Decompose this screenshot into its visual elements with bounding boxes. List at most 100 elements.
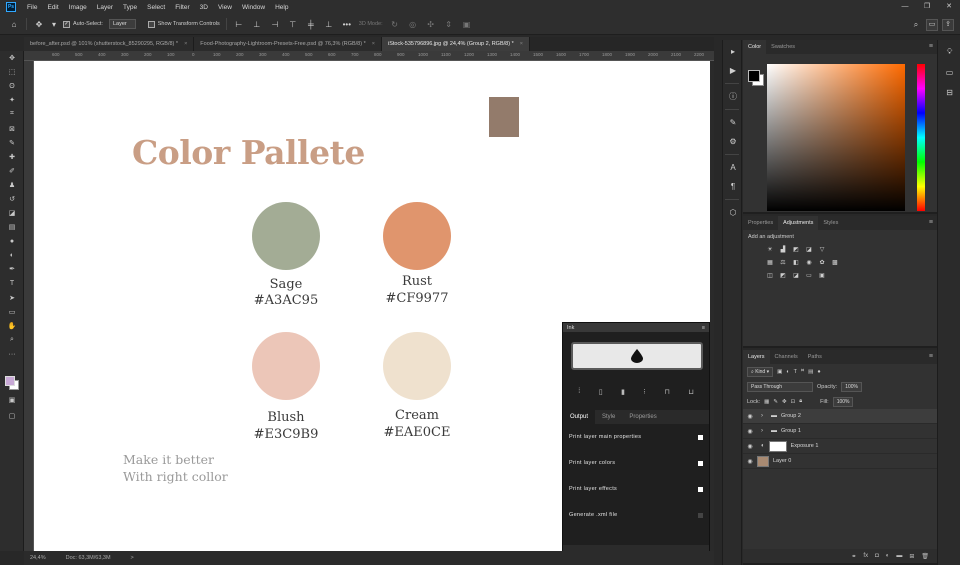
channel-mixer-icon[interactable]: ✿ (817, 259, 827, 267)
close-icon[interactable]: × (372, 41, 375, 47)
hue-slider[interactable] (917, 64, 925, 211)
quick-mask-icon[interactable]: ▣ (0, 393, 24, 407)
trash-icon[interactable]: 🗑︎ (921, 553, 929, 560)
pen-tool-icon[interactable]: ✒ (0, 262, 24, 276)
hand-tool-icon[interactable]: ✋ (0, 319, 24, 333)
layer-thumbnail[interactable] (757, 455, 769, 467)
marquee-tool-icon[interactable]: ⬚ (0, 65, 24, 79)
3d-scale-icon[interactable]: ▣ (461, 20, 473, 29)
type-tool-icon[interactable]: T (0, 277, 24, 291)
home-icon[interactable]: ⌂ (8, 20, 20, 29)
tab-istock[interactable]: iStock-535796896.jpg @ 24,4% (Group 2, R… (381, 37, 530, 51)
menu-image[interactable]: Image (64, 4, 92, 11)
opacity-input[interactable]: 100% (841, 381, 862, 392)
tab-adjustments[interactable]: Adjustments (778, 216, 819, 230)
tab-styles[interactable]: Styles (818, 216, 843, 230)
visibility-eye-icon[interactable]: ◉ (743, 458, 757, 465)
learn-icon[interactable]: 💡︎ (938, 42, 960, 62)
close-icon[interactable]: × (520, 41, 523, 47)
layer-row[interactable]: ◉ Layer 0 (743, 454, 937, 469)
actions-icon[interactable]: ▶ (723, 61, 743, 80)
invert-icon[interactable]: ◫ (765, 272, 775, 280)
healing-brush-tool-icon[interactable]: ✚ (0, 150, 24, 164)
photo-filter-icon[interactable]: ◉ (804, 259, 814, 267)
3d-rotate-icon[interactable]: ↻ (389, 20, 401, 29)
more-options-icon[interactable]: ••• (341, 20, 353, 29)
more-tools-icon[interactable]: ··· (0, 347, 24, 361)
ink-tab-output[interactable]: Output (563, 410, 596, 424)
panel-menu-icon[interactable]: ≡ (929, 216, 933, 230)
brush-settings-icon[interactable]: ⚙ (723, 132, 743, 151)
brightness-icon[interactable]: ☀ (765, 246, 775, 254)
filter-smart-icon[interactable]: ▤ (808, 369, 813, 375)
align-middle-icon[interactable]: ╪ (305, 20, 317, 29)
menu-filter[interactable]: Filter (170, 4, 194, 11)
dodge-tool-icon[interactable]: ◐ (0, 248, 24, 262)
filter-pixel-icon[interactable]: ▣ (777, 369, 782, 375)
lock-pixels-icon[interactable]: ✎ (773, 399, 778, 405)
kind-filter-dropdown[interactable]: ⌕ Kind ▾ (747, 366, 774, 377)
frame-top-icon[interactable]: ⊓ (664, 388, 669, 396)
ink-tab-properties[interactable]: Properties (622, 410, 663, 424)
fx-icon[interactable]: fx (863, 553, 868, 559)
folder-icon[interactable]: ▬ (896, 553, 902, 559)
hue-saturation-icon[interactable]: ▦ (765, 259, 775, 267)
expand-chevron-icon[interactable]: › (761, 413, 763, 419)
gradient-tool-icon[interactable]: ▤ (0, 220, 24, 234)
ink-tab-style[interactable]: Style (595, 410, 622, 424)
close-window-button[interactable]: ✕ (938, 0, 960, 14)
status-menu-arrow[interactable]: > (131, 555, 134, 561)
brushes-icon[interactable]: ✎ (723, 113, 743, 132)
menu-type[interactable]: Type (118, 4, 142, 11)
color-balance-icon[interactable]: ⚖ (778, 259, 788, 267)
chevron-down-icon[interactable]: ▾ (51, 20, 57, 29)
libraries-icon[interactable]: ▭ (938, 62, 960, 82)
curves-icon[interactable]: ◩ (791, 246, 801, 254)
foreground-color-swatch[interactable] (5, 376, 15, 386)
crop-tool-icon[interactable]: ⌗ (0, 107, 24, 121)
restore-button[interactable]: ❐ (916, 0, 938, 14)
show-transform-checkbox[interactable] (147, 20, 155, 28)
workspace-icon[interactable]: ▭ (926, 18, 938, 31)
tab-swatches[interactable]: Swatches (766, 40, 800, 54)
align-right-icon[interactable]: ⊣ (269, 20, 281, 29)
filter-adjustment-icon[interactable]: ◐ (786, 369, 789, 375)
zoom-tool-icon[interactable]: ⌕ (0, 333, 24, 347)
move-tool-icon[interactable]: ✥ (0, 51, 24, 65)
blur-tool-icon[interactable]: ● (0, 234, 24, 248)
align-center-icon[interactable]: ⊥ (251, 20, 263, 29)
ink-option-checkbox[interactable] (698, 434, 703, 440)
tab-food-photography[interactable]: Food-Photography-Lightroom-Presets-Free.… (194, 37, 382, 51)
character-icon[interactable]: A (723, 158, 743, 177)
tab-paths[interactable]: Paths (803, 350, 827, 364)
show-transform-option[interactable]: Show Transform Controls (147, 20, 220, 28)
menu-layer[interactable]: Layer (92, 4, 118, 11)
3d-roll-icon[interactable]: ◎ (407, 20, 419, 29)
visibility-eye-icon[interactable]: ◉ (743, 413, 757, 420)
frame-tool-icon[interactable]: ⊠ (0, 121, 24, 135)
visibility-eye-icon[interactable]: ◉ (743, 428, 757, 435)
menu-file[interactable]: File (22, 4, 42, 11)
brush-tool-icon[interactable]: ✐ (0, 164, 24, 178)
align-bottom-icon[interactable]: ⊥ (323, 20, 335, 29)
rectangle-tool-icon[interactable]: ▭ (0, 305, 24, 319)
blend-mode-dropdown[interactable]: Pass Through (747, 381, 813, 392)
layer-row[interactable]: ◉ › ▬ Group 1 (743, 424, 937, 439)
screen-mode-icon[interactable]: ▢ (0, 409, 24, 423)
menu-select[interactable]: Select (142, 4, 170, 11)
gradient-map-icon[interactable]: ▭ (804, 272, 814, 280)
menu-edit[interactable]: Edit (42, 4, 63, 11)
lock-all-icon[interactable]: 🔒︎ (799, 398, 802, 405)
auto-select-option[interactable]: ✓ Auto-Select: (63, 20, 103, 28)
panel-menu-icon[interactable]: ≡ (702, 325, 705, 331)
ink-panel-header[interactable]: Ink ≡ (563, 323, 709, 332)
history-icon[interactable]: ▸ (723, 42, 743, 61)
new-layer-icon[interactable]: ⊞ (909, 553, 914, 560)
ink-option-row[interactable]: Print layer main properties (563, 424, 709, 450)
path-selection-tool-icon[interactable]: ➤ (0, 291, 24, 305)
visibility-eye-icon[interactable]: ◉ (743, 443, 757, 450)
foreground-color-box[interactable] (748, 70, 760, 82)
tab-before-after[interactable]: before_after.psd @ 101% (shutterstock_85… (24, 37, 195, 51)
tab-properties[interactable]: Properties (743, 216, 778, 230)
panel-menu-icon[interactable]: ≡ (929, 350, 933, 364)
